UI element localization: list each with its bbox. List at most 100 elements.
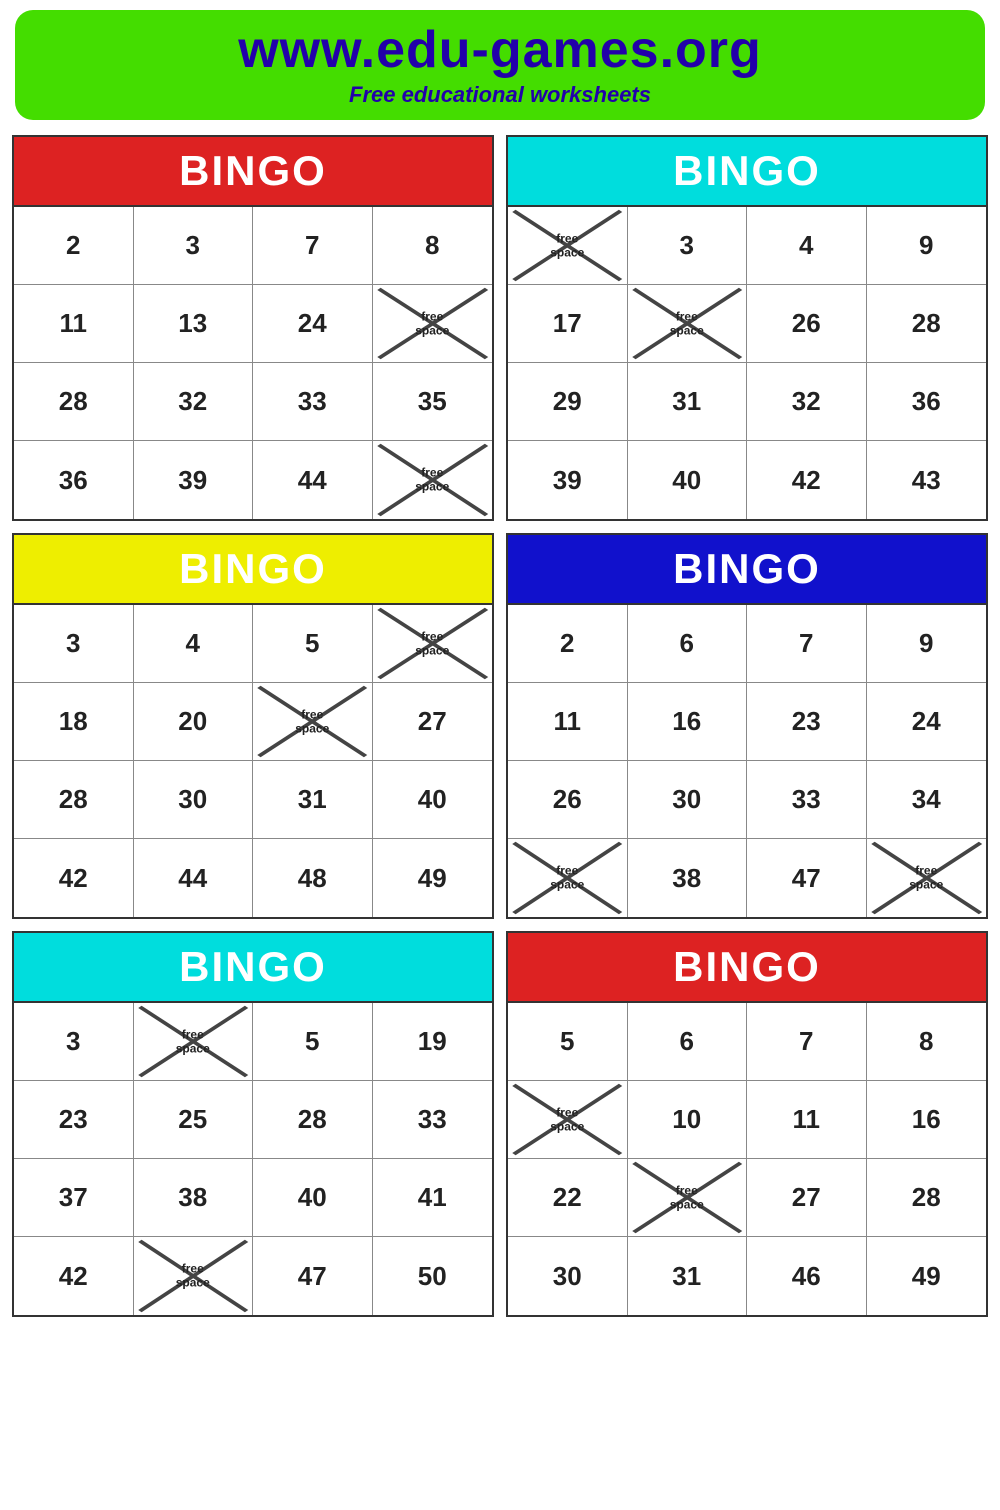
number-cell: 13 <box>134 285 254 363</box>
bingo-board-board4: BINGO26791116232426303334freespace3847fr… <box>506 533 988 919</box>
number-cell: 42 <box>14 1237 134 1315</box>
bingo-grid-board5: 3freespace519232528333738404142freespace… <box>14 1001 492 1315</box>
bingo-board-board6: BINGO5678 freespace 101116 22 freespace 2728 3… <box>506 931 988 1317</box>
number-cell: 10 <box>628 1081 748 1159</box>
number-cell: 29 <box>508 363 628 441</box>
free-space-label: freespace <box>295 707 329 736</box>
free-space-cell: freespace <box>867 839 987 917</box>
number-cell: 49 <box>867 1237 987 1315</box>
number-cell: 26 <box>747 285 867 363</box>
free-space-label: freespace <box>176 1027 210 1056</box>
number-cell: 5 <box>508 1003 628 1081</box>
number-cell: 5 <box>253 1003 373 1081</box>
number-cell: 5 <box>253 605 373 683</box>
free-space-cell: freespace <box>508 1081 628 1159</box>
number-cell: 7 <box>747 605 867 683</box>
free-space-label: freespace <box>415 309 449 338</box>
free-space-cell: freespace <box>373 285 493 363</box>
bingo-board-board2: BINGOfreespace34917freespace262829313236… <box>506 135 988 521</box>
number-cell: 3 <box>14 605 134 683</box>
number-cell: 16 <box>867 1081 987 1159</box>
number-cell: 33 <box>747 761 867 839</box>
number-cell: 40 <box>373 761 493 839</box>
free-space-label: freespace <box>415 629 449 658</box>
number-cell: 31 <box>628 1237 748 1315</box>
number-cell: 18 <box>14 683 134 761</box>
number-cell: 19 <box>373 1003 493 1081</box>
number-cell: 11 <box>14 285 134 363</box>
number-cell: 23 <box>14 1081 134 1159</box>
header-url: www.edu-games.org <box>35 20 965 80</box>
bingo-grid-board2: freespace34917freespace26282931323639404… <box>508 205 986 519</box>
number-cell: 28 <box>867 1159 987 1237</box>
bingo-header-board5: BINGO <box>14 933 492 1001</box>
number-cell: 40 <box>253 1159 373 1237</box>
number-cell: 28 <box>867 285 987 363</box>
number-cell: 41 <box>373 1159 493 1237</box>
number-cell: 31 <box>253 761 373 839</box>
number-cell: 16 <box>628 683 748 761</box>
number-cell: 49 <box>373 839 493 917</box>
bingo-board-board3: BINGO345freespace1820freespace2728303140… <box>12 533 494 919</box>
number-cell: 32 <box>134 363 254 441</box>
number-cell: 30 <box>134 761 254 839</box>
free-space-cell: freespace <box>373 441 493 519</box>
number-cell: 31 <box>628 363 748 441</box>
number-cell: 42 <box>747 441 867 519</box>
number-cell: 3 <box>134 207 254 285</box>
number-cell: 40 <box>628 441 748 519</box>
header: www.edu-games.org Free educational works… <box>15 10 985 120</box>
number-cell: 20 <box>134 683 254 761</box>
free-space-label: freespace <box>550 1105 584 1134</box>
bingo-grid-board1: 2378111324freespace28323335363944freespa… <box>14 205 492 519</box>
number-cell: 39 <box>134 441 254 519</box>
free-space-label: freespace <box>670 1183 704 1212</box>
number-cell: 48 <box>253 839 373 917</box>
free-space-label: freespace <box>909 864 943 893</box>
number-cell: 38 <box>134 1159 254 1237</box>
number-cell: 11 <box>747 1081 867 1159</box>
number-cell: 24 <box>867 683 987 761</box>
bingo-header-board6: BINGO <box>508 933 986 1001</box>
number-cell: 6 <box>628 1003 748 1081</box>
number-cell: 9 <box>867 605 987 683</box>
number-cell: 4 <box>747 207 867 285</box>
free-space-cell: freespace <box>134 1003 254 1081</box>
free-space-cell: freespace <box>253 683 373 761</box>
number-cell: 28 <box>253 1081 373 1159</box>
number-cell: 8 <box>867 1003 987 1081</box>
number-cell: 33 <box>253 363 373 441</box>
number-cell: 36 <box>867 363 987 441</box>
number-cell: 11 <box>508 683 628 761</box>
header-subtitle: Free educational worksheets <box>35 82 965 108</box>
number-cell: 30 <box>628 761 748 839</box>
bingo-header-board4: BINGO <box>508 535 986 603</box>
number-cell: 27 <box>747 1159 867 1237</box>
number-cell: 34 <box>867 761 987 839</box>
number-cell: 2 <box>508 605 628 683</box>
number-cell: 36 <box>14 441 134 519</box>
number-cell: 24 <box>253 285 373 363</box>
number-cell: 32 <box>747 363 867 441</box>
free-space-label: freespace <box>550 231 584 260</box>
free-space-label: freespace <box>176 1262 210 1291</box>
number-cell: 35 <box>373 363 493 441</box>
number-cell: 44 <box>253 441 373 519</box>
number-cell: 22 <box>508 1159 628 1237</box>
number-cell: 37 <box>14 1159 134 1237</box>
number-cell: 3 <box>14 1003 134 1081</box>
number-cell: 30 <box>508 1237 628 1315</box>
free-space-label: freespace <box>415 466 449 495</box>
number-cell: 47 <box>747 839 867 917</box>
number-cell: 3 <box>628 207 748 285</box>
boards-container: BINGO2378111324freespace28323335363944fr… <box>0 135 1000 1329</box>
number-cell: 8 <box>373 207 493 285</box>
number-cell: 7 <box>747 1003 867 1081</box>
free-space-cell: freespace <box>508 207 628 285</box>
bingo-board-board5: BINGO3freespace519232528333738404142free… <box>12 931 494 1317</box>
number-cell: 43 <box>867 441 987 519</box>
free-space-cell: freespace <box>628 1159 748 1237</box>
number-cell: 44 <box>134 839 254 917</box>
number-cell: 47 <box>253 1237 373 1315</box>
bingo-grid-board6: 5678freespace10111622freespace2728303146… <box>508 1001 986 1315</box>
